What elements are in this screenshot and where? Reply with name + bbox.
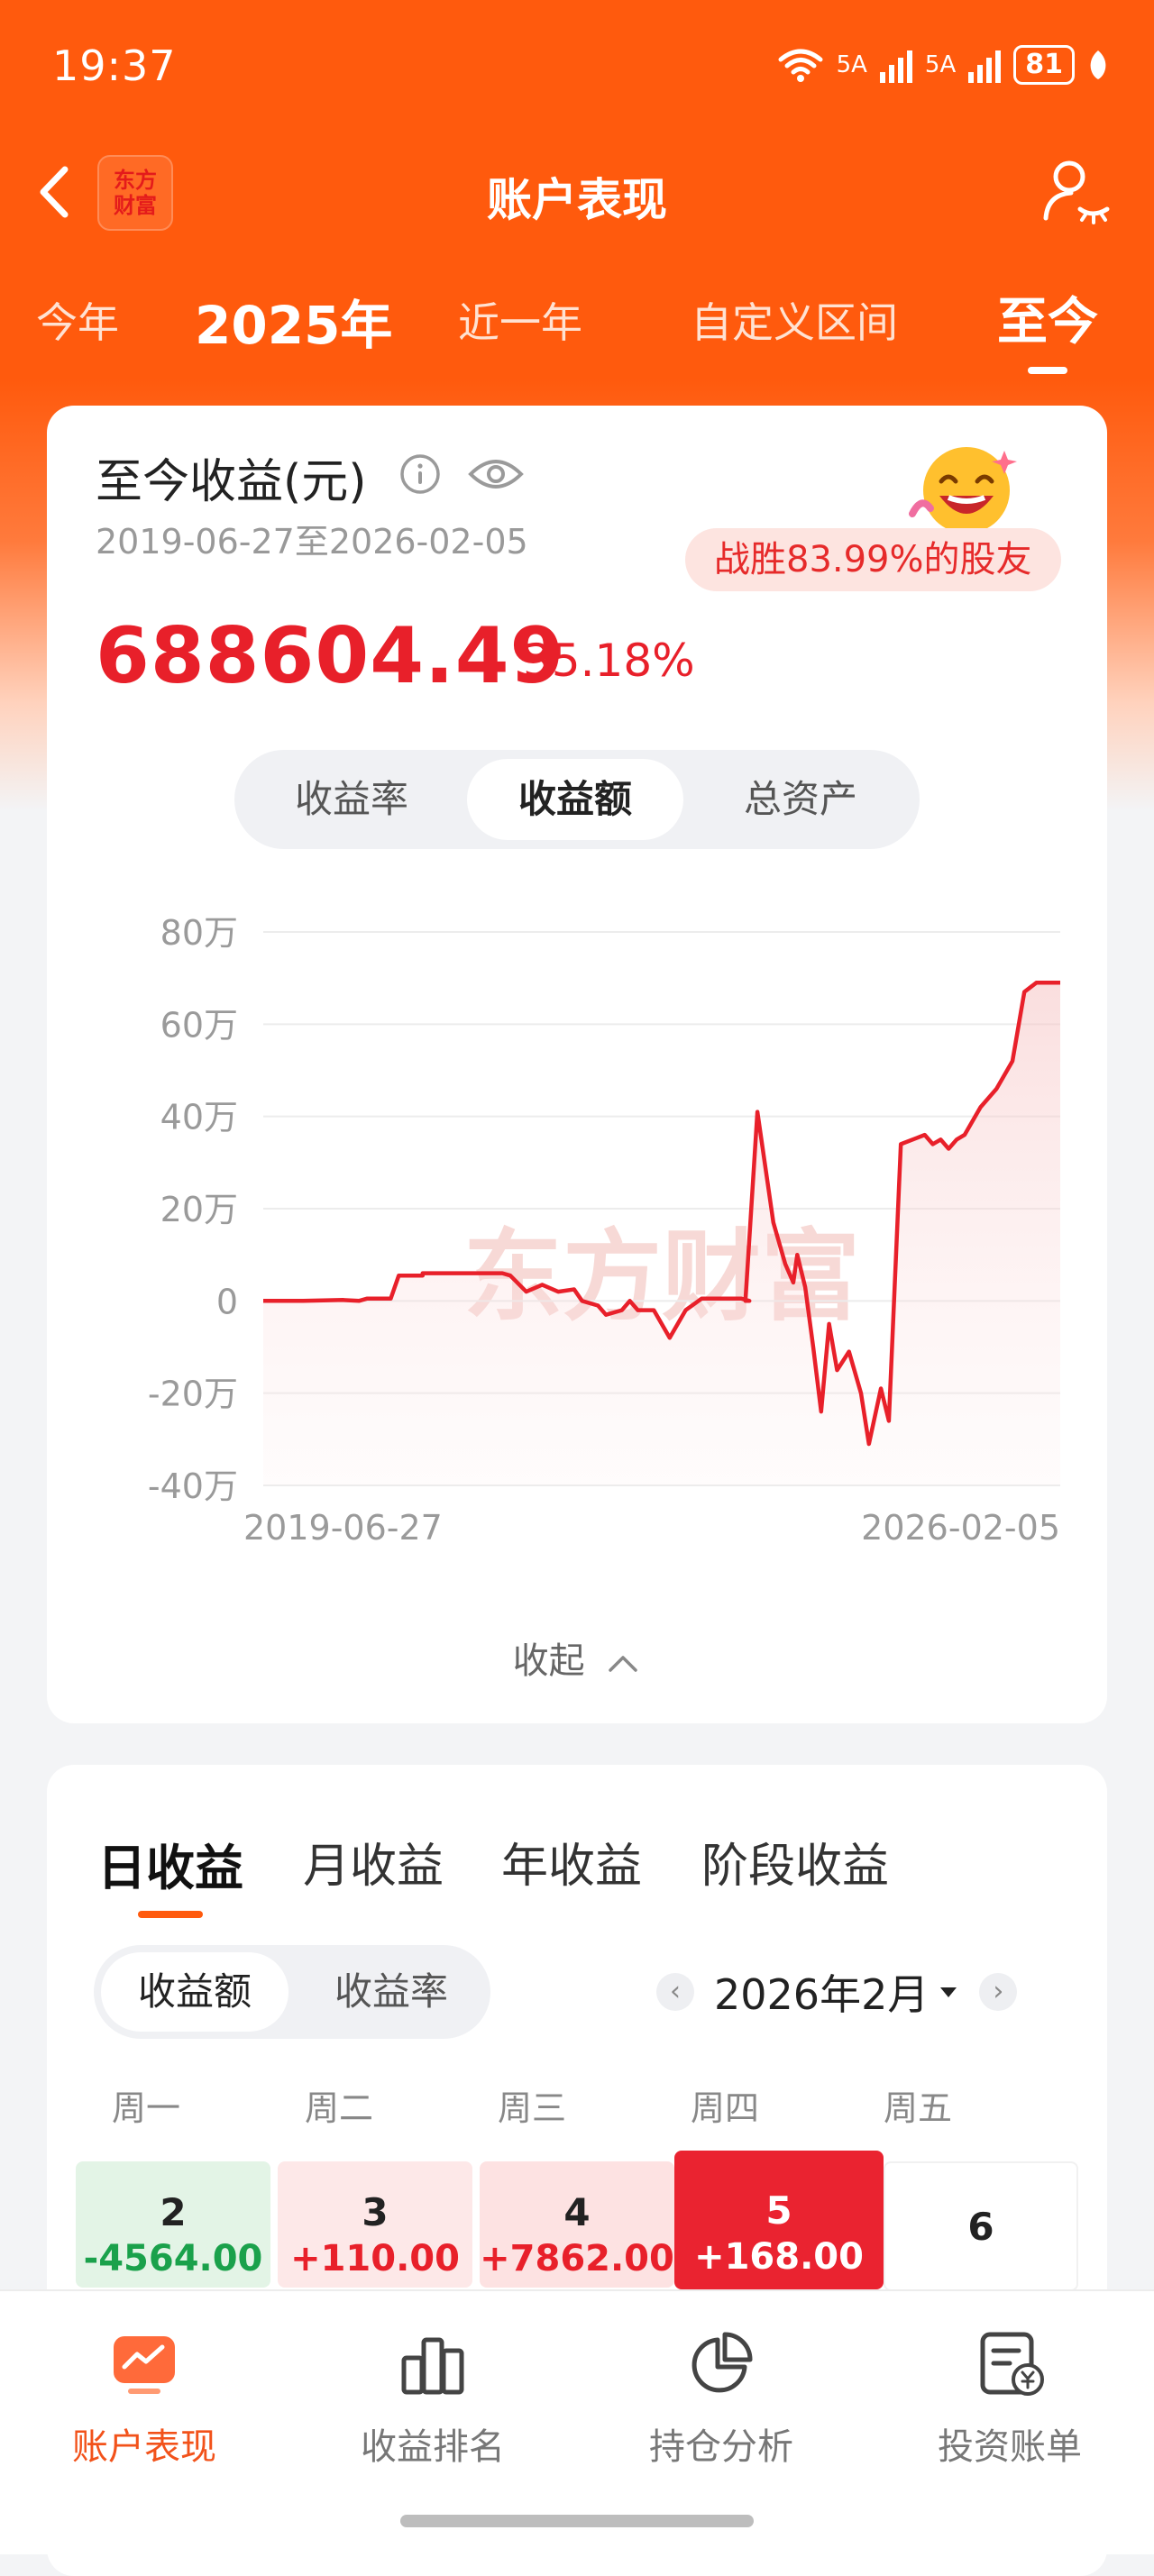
summary-card: 至今收益(元) 2019-06-27至2026-02-05 战胜83.99%的股… xyxy=(47,406,1107,1723)
prev-month-chevron-icon[interactable]: ‹ xyxy=(656,1973,694,2011)
calendar-day-cell[interactable]: 2 -4564.00 xyxy=(76,2161,270,2288)
y-tick-label: 0 xyxy=(216,1282,238,1321)
user-hide-icon[interactable] xyxy=(1040,155,1113,227)
bottom-nav-label: 持仓分析 xyxy=(649,2426,793,2468)
leaf-icon xyxy=(1090,50,1106,79)
weekday-label: 周二 xyxy=(304,2088,373,2128)
tab-stage[interactable]: 阶段收益 xyxy=(701,1828,889,1895)
calendar-day-cell[interactable]: 6 xyxy=(884,2161,1078,2291)
wifi-icon xyxy=(778,49,823,82)
daily-mode-segment: 收益额 收益率 xyxy=(94,1945,490,2039)
calendar-day-cell-today[interactable]: 5 +168.00 xyxy=(674,2151,884,2289)
signal-icon xyxy=(968,50,1002,83)
beat-ratio-badge: 战胜83.99%的股友 xyxy=(685,528,1061,591)
bottom-nav-label: 账户表现 xyxy=(72,2426,216,2468)
weekday-label: 周四 xyxy=(690,2088,759,2128)
y-tick-label: -20万 xyxy=(148,1375,238,1414)
weekday-label: 周一 xyxy=(111,2088,180,2128)
month-picker: ‹ 2026年2月 › xyxy=(656,1962,1018,2022)
period-tabs: 今年 2025年 近一年 自定义区间 至今 xyxy=(0,270,1154,379)
battery-icon: 81 xyxy=(1013,45,1075,85)
calendar-day-value: +110.00 xyxy=(290,2238,460,2279)
bottom-nav-holdings[interactable]: 持仓分析 xyxy=(604,2327,838,2470)
calendar-day-number: 3 xyxy=(362,2190,389,2234)
profit-chart: 东方财富-40万-20万020万40万60万80万2019-06-27 2026-… xyxy=(148,913,1060,1541)
calendar-day-number: 6 xyxy=(967,2205,994,2249)
active-tab-indicator xyxy=(138,1911,203,1918)
nav-bar: 东方 财富 账户表现 xyxy=(0,144,1154,243)
total-profit-value: 688604.49 xyxy=(96,611,565,701)
collapse-button[interactable]: 收起 xyxy=(47,1631,1107,1684)
bill-icon xyxy=(980,2332,1044,2396)
bottom-nav-label: 投资账单 xyxy=(938,2426,1082,2468)
period-tab-since-start-label: 至今 xyxy=(997,293,1098,352)
calendar-day-number: 5 xyxy=(765,2188,792,2233)
weekday-label: 周三 xyxy=(497,2088,566,2128)
tab-monthly[interactable]: 月收益 xyxy=(303,1828,444,1895)
total-profit-rate: 35.18% xyxy=(523,635,695,687)
trend-chart-icon xyxy=(114,2336,175,2394)
calendar-day-number: 2 xyxy=(160,2190,187,2234)
laughing-emoji-icon xyxy=(909,447,1017,534)
next-month-chevron-icon[interactable]: › xyxy=(979,1973,1018,2011)
eye-icon[interactable] xyxy=(467,449,525,499)
y-tick-label: -40万 xyxy=(148,1466,238,1506)
signal-label-1: 5A xyxy=(836,51,867,78)
x-start-label: 2019-06-27 xyxy=(243,1508,443,1541)
mode-amount[interactable]: 收益额 xyxy=(101,1952,288,2032)
segment-total-assets[interactable]: 总资产 xyxy=(692,759,909,840)
chart-mode-segment: 收益率 收益额 总资产 xyxy=(234,750,920,849)
calendar-day-value: +168.00 xyxy=(694,2236,864,2278)
bottom-nav-statement[interactable]: 投资账单 xyxy=(893,2327,1127,2470)
page-title: 账户表现 xyxy=(487,174,667,226)
home-indicator[interactable] xyxy=(400,2515,754,2527)
segment-amount[interactable]: 收益额 xyxy=(467,759,683,840)
tab-daily-label: 日收益 xyxy=(97,1840,243,1896)
calendar-day-number: 4 xyxy=(563,2190,591,2234)
summary-title: 至今收益(元) xyxy=(96,455,367,509)
info-icon[interactable] xyxy=(398,452,442,496)
status-icons: 5A 5A 81 xyxy=(777,45,1109,85)
tab-yearly[interactable]: 年收益 xyxy=(501,1828,642,1895)
bottom-nav-label: 收益排名 xyxy=(361,2426,505,2468)
calendar-day-value: -4564.00 xyxy=(83,2238,263,2279)
period-tab-2025[interactable]: 2025年 xyxy=(195,283,392,359)
month-label[interactable]: 2026年2月 xyxy=(714,1962,929,2022)
x-end-label: 2026-02-05 xyxy=(861,1508,1060,1541)
pie-chart-icon xyxy=(691,2332,753,2393)
y-tick-label: 40万 xyxy=(160,1098,238,1137)
bar-rank-icon xyxy=(401,2337,464,2395)
y-tick-label: 60万 xyxy=(160,1005,238,1045)
y-tick-label: 80万 xyxy=(160,913,238,953)
calendar-day-value: +7862.00 xyxy=(480,2238,674,2279)
period-tab-since-start[interactable]: 至今 xyxy=(997,281,1098,374)
calendar-day-cell[interactable]: 3 +110.00 xyxy=(278,2161,472,2288)
bottom-nav-profit-rank[interactable]: 收益排名 xyxy=(316,2327,550,2470)
tab-daily[interactable]: 日收益 xyxy=(97,1828,243,1918)
period-tab-this-year[interactable]: 今年 xyxy=(36,290,119,350)
collapse-label: 收起 xyxy=(512,1640,585,1682)
caret-down-icon[interactable] xyxy=(938,1981,959,2003)
period-tab-custom[interactable]: 自定义区间 xyxy=(691,290,898,350)
mode-rate[interactable]: 收益率 xyxy=(298,1952,485,2032)
status-bar: 19:37 5A 5A 81 xyxy=(0,0,1154,135)
active-tab-indicator xyxy=(1028,367,1067,374)
weekday-label: 周五 xyxy=(883,2088,952,2128)
date-range: 2019-06-27至2026-02-05 xyxy=(96,522,528,562)
period-tab-last-year[interactable]: 近一年 xyxy=(458,290,582,350)
bottom-nav-account-performance[interactable]: 账户表现 xyxy=(27,2327,261,2470)
signal-icon xyxy=(879,50,912,83)
signal-label-2: 5A xyxy=(924,51,957,78)
chevron-up-icon xyxy=(609,1656,638,1672)
y-tick-label: 20万 xyxy=(160,1190,238,1229)
calendar-day-cell[interactable]: 4 +7862.00 xyxy=(480,2161,674,2288)
segment-rate[interactable]: 收益率 xyxy=(243,759,460,840)
status-time: 19:37 xyxy=(52,41,177,90)
